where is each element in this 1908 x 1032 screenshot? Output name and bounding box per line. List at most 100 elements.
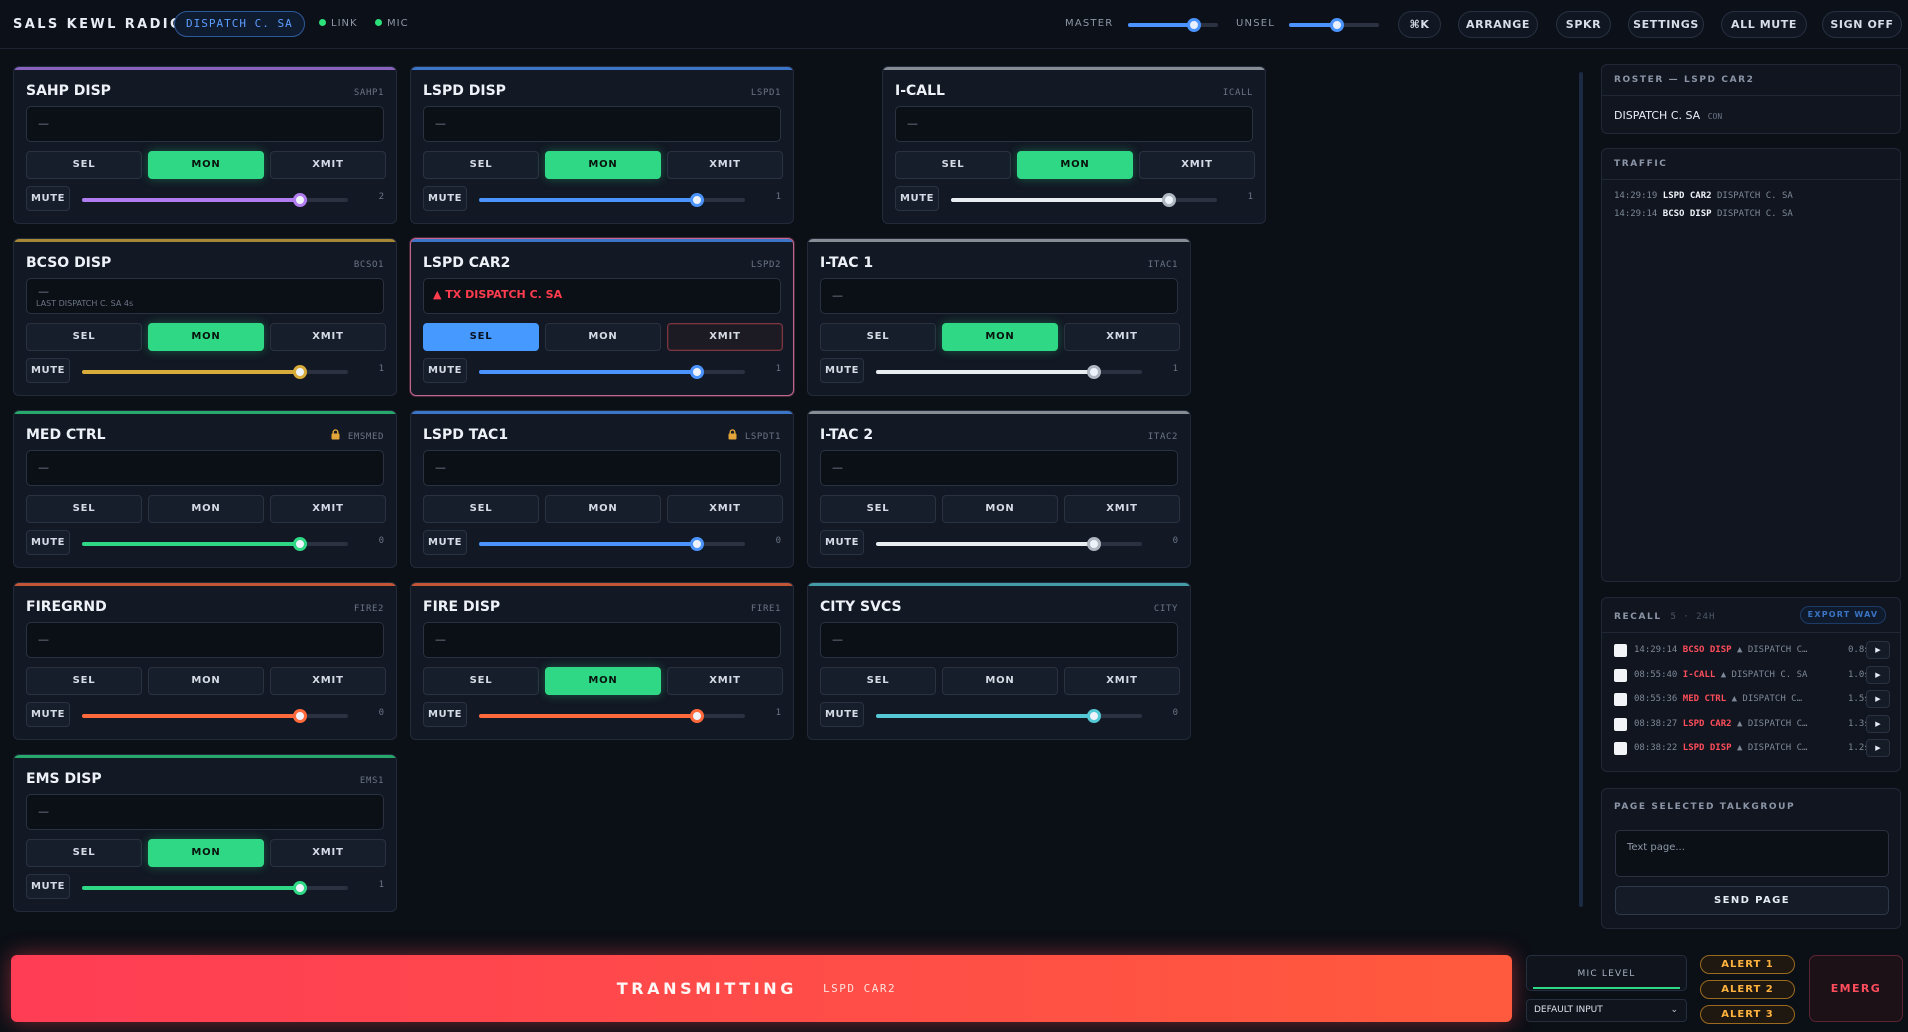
volume-slider[interactable] [479, 365, 745, 379]
xmit-button[interactable]: XMIT [270, 151, 386, 179]
talkgroup-panel-i-tac-2[interactable]: I-TAC 2 ITAC2 — SEL MON XMIT MUTE 0 [807, 410, 1191, 568]
sel-button[interactable]: SEL [820, 495, 936, 523]
sel-button[interactable]: SEL [423, 667, 539, 695]
unsel-volume-knob[interactable] [1329, 18, 1344, 32]
slider-knob[interactable] [1087, 709, 1102, 723]
recall-checkbox[interactable] [1614, 693, 1627, 706]
volume-slider[interactable] [951, 193, 1217, 207]
play-icon[interactable]: ▶ [1866, 739, 1890, 757]
sel-button[interactable]: SEL [820, 667, 936, 695]
sel-button[interactable]: SEL [423, 323, 539, 351]
sel-button[interactable]: SEL [26, 839, 142, 867]
slider-knob[interactable] [293, 881, 308, 895]
mute-button[interactable]: MUTE [895, 186, 939, 211]
page-text-input[interactable]: Text page... [1615, 830, 1889, 877]
slider-knob[interactable] [293, 537, 308, 551]
alert-3-button[interactable]: ALERT 3 [1700, 1005, 1795, 1024]
mute-button[interactable]: MUTE [26, 530, 70, 555]
volume-slider[interactable] [876, 537, 1142, 551]
talkgroup-panel-med-ctrl[interactable]: MED CTRL EMSMED — SEL MON XMIT MUTE 0 [13, 410, 397, 568]
mon-button[interactable]: MON [545, 151, 661, 179]
mon-button[interactable]: MON [148, 151, 264, 179]
sel-button[interactable]: SEL [895, 151, 1011, 179]
mon-button[interactable]: MON [148, 323, 264, 351]
export-wav-button[interactable]: EXPORT WAV [1800, 606, 1886, 624]
mon-button[interactable]: MON [148, 667, 264, 695]
volume-slider[interactable] [82, 709, 348, 723]
xmit-button[interactable]: XMIT [1064, 495, 1180, 523]
xmit-button[interactable]: XMIT [270, 839, 386, 867]
mon-button[interactable]: MON [1017, 151, 1133, 179]
unsel-volume-slider[interactable] [1289, 18, 1379, 32]
master-volume-knob[interactable] [1186, 18, 1201, 32]
mute-button[interactable]: MUTE [423, 186, 467, 211]
transmit-button[interactable]: TRANSMITTING LSPD CAR2 [11, 955, 1512, 1022]
xmit-button[interactable]: XMIT [1064, 667, 1180, 695]
volume-slider[interactable] [82, 365, 348, 379]
mute-button[interactable]: MUTE [26, 702, 70, 727]
command-palette-button[interactable]: ⌘K [1398, 11, 1441, 38]
mon-button[interactable]: MON [545, 323, 661, 351]
volume-slider[interactable] [82, 193, 348, 207]
xmit-button[interactable]: XMIT [667, 667, 783, 695]
play-icon[interactable]: ▶ [1866, 641, 1890, 659]
slider-knob[interactable] [1162, 193, 1177, 207]
sel-button[interactable]: SEL [423, 495, 539, 523]
xmit-button[interactable]: XMIT [667, 495, 783, 523]
talkgroup-panel-firegrnd[interactable]: FIREGRND FIRE2 — SEL MON XMIT MUTE 0 [13, 582, 397, 740]
talkgroup-panel-lspd-car2[interactable]: LSPD CAR2 LSPD2 ▲ TX DISPATCH C. SA SEL … [410, 238, 794, 396]
master-volume-slider[interactable] [1128, 18, 1218, 32]
slider-knob[interactable] [690, 537, 705, 551]
sign-off-button[interactable]: SIGN OFF [1822, 11, 1902, 38]
xmit-button[interactable]: XMIT [667, 151, 783, 179]
mute-button[interactable]: MUTE [423, 702, 467, 727]
alert-1-button[interactable]: ALERT 1 [1700, 955, 1795, 974]
slider-knob[interactable] [293, 193, 308, 207]
mon-button[interactable]: MON [545, 495, 661, 523]
talkgroup-panel-i-call[interactable]: I-CALL ICALL — SEL MON XMIT MUTE 1 [882, 66, 1266, 224]
volume-slider[interactable] [82, 881, 348, 895]
volume-slider[interactable] [876, 709, 1142, 723]
recall-checkbox[interactable] [1614, 742, 1627, 755]
play-icon[interactable]: ▶ [1866, 665, 1890, 684]
recall-checkbox[interactable] [1614, 717, 1627, 731]
recall-checkbox[interactable] [1614, 644, 1627, 657]
all-mute-button[interactable]: ALL MUTE [1721, 11, 1807, 38]
sel-button[interactable]: SEL [26, 495, 142, 523]
slider-knob[interactable] [690, 365, 705, 379]
mon-button[interactable]: MON [942, 495, 1058, 523]
volume-slider[interactable] [479, 193, 745, 207]
xmit-button[interactable]: XMIT [270, 495, 386, 523]
sel-button[interactable]: SEL [820, 323, 936, 351]
mon-button[interactable]: MON [545, 667, 661, 695]
mon-button[interactable]: MON [148, 839, 264, 867]
mute-button[interactable]: MUTE [820, 702, 864, 727]
speaker-button[interactable]: SPKR [1556, 11, 1611, 38]
talkgroup-panel-lspd-tac1[interactable]: LSPD TAC1 LSPDT1 — SEL MON XMIT MUTE 0 [410, 410, 794, 568]
mon-button[interactable]: MON [942, 323, 1058, 351]
volume-slider[interactable] [876, 365, 1142, 379]
mute-button[interactable]: MUTE [26, 186, 70, 211]
mute-button[interactable]: MUTE [820, 358, 864, 383]
xmit-button[interactable]: XMIT [270, 323, 386, 351]
identity-badge[interactable]: DISPATCH C. SA [174, 11, 305, 37]
volume-slider[interactable] [479, 537, 745, 551]
sel-button[interactable]: SEL [26, 323, 142, 351]
talkgroup-panel-ems-disp[interactable]: EMS DISP EMS1 — SEL MON XMIT MUTE 1 [13, 754, 397, 912]
send-page-button[interactable]: SEND PAGE [1615, 886, 1889, 915]
recall-checkbox[interactable] [1614, 668, 1627, 682]
volume-slider[interactable] [479, 709, 745, 723]
xmit-button[interactable]: XMIT [270, 667, 386, 695]
talkgroup-panel-sahp-disp[interactable]: SAHP DISP SAHP1 — SEL MON XMIT MUTE 2 [13, 66, 397, 224]
play-icon[interactable]: ▶ [1866, 690, 1890, 708]
sel-button[interactable]: SEL [423, 151, 539, 179]
mute-button[interactable]: MUTE [26, 874, 70, 899]
talkgroup-panel-fire-disp[interactable]: FIRE DISP FIRE1 — SEL MON XMIT MUTE 1 [410, 582, 794, 740]
mute-button[interactable]: MUTE [423, 530, 467, 555]
talkgroup-panel-i-tac-1[interactable]: I-TAC 1 ITAC1 — SEL MON XMIT MUTE 1 [807, 238, 1191, 396]
input-device-select[interactable]: DEFAULT INPUT ⌄ [1526, 999, 1687, 1022]
slider-knob[interactable] [1087, 365, 1102, 379]
mon-button[interactable]: MON [942, 667, 1058, 695]
talkgroup-panel-city-svcs[interactable]: CITY SVCS CITY — SEL MON XMIT MUTE 0 [807, 582, 1191, 740]
roster-entry[interactable]: DISPATCH C. SA CON [1614, 109, 1722, 122]
